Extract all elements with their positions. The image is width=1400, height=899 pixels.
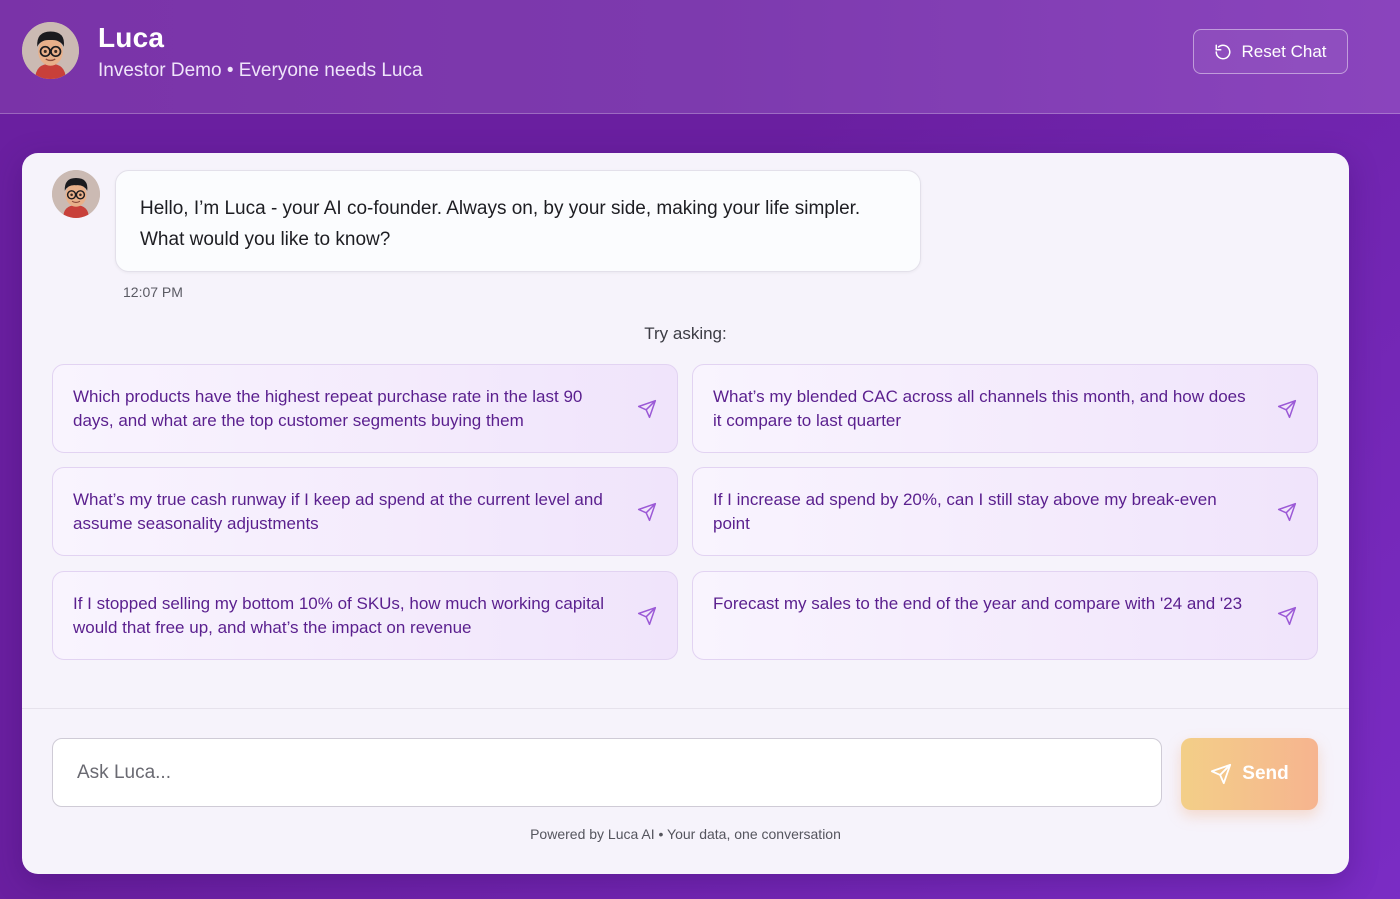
paper-plane-icon [637, 399, 657, 419]
luca-avatar [22, 22, 79, 79]
footer-note: Powered by Luca AI • Your data, one conv… [530, 826, 841, 842]
paper-plane-icon [1277, 502, 1297, 522]
send-button[interactable]: Send [1181, 738, 1318, 810]
app-title: Luca [98, 22, 165, 53]
composer-divider [22, 708, 1349, 709]
chat-card: Hello, I’m Luca - your AI co-founder. Al… [22, 153, 1349, 874]
rotate-ccw-icon [1215, 44, 1231, 59]
app-subtitle: Investor Demo • Everyone needs Luca [98, 60, 423, 81]
paper-plane-icon [1277, 606, 1297, 626]
suggestion-card[interactable]: What’s my true cash runway if I keep ad … [52, 467, 678, 556]
reset-chat-button[interactable]: Reset Chat [1193, 29, 1348, 74]
send-label: Send [1242, 763, 1289, 784]
suggestion-text: What’s my blended CAC across all channel… [713, 387, 1246, 430]
suggestion-text: Which products have the highest repeat p… [73, 387, 583, 430]
assistant-message-bubble: Hello, I’m Luca - your AI co-founder. Al… [115, 170, 921, 272]
suggestion-text: If I increase ad spend by 20%, can I sti… [713, 490, 1217, 533]
suggestion-card[interactable]: Which products have the highest repeat p… [52, 364, 678, 453]
paper-plane-icon [637, 606, 657, 626]
suggestion-text: Forecast my sales to the end of the year… [713, 594, 1243, 613]
reset-chat-label: Reset Chat [1241, 41, 1327, 61]
suggestion-card[interactable]: Forecast my sales to the end of the year… [692, 571, 1318, 660]
suggestion-card[interactable]: If I stopped selling my bottom 10% of SK… [52, 571, 678, 660]
message-text-line1: Hello, I’m Luca - your AI co-founder. Al… [140, 198, 861, 219]
suggestion-text: If I stopped selling my bottom 10% of SK… [73, 594, 605, 637]
message-text-line2: What would you like to know? [140, 229, 391, 250]
suggestion-text: What’s my true cash runway if I keep ad … [73, 490, 603, 533]
paper-plane-icon [637, 502, 657, 522]
paper-plane-icon [1211, 763, 1232, 785]
paper-plane-icon [1277, 399, 1297, 419]
suggestion-card[interactable]: What’s my blended CAC across all channel… [692, 364, 1318, 453]
try-asking-heading: Try asking: [644, 324, 727, 343]
message-timestamp: 12:07 PM [123, 284, 183, 300]
suggestion-card[interactable]: If I increase ad spend by 20%, can I sti… [692, 467, 1318, 556]
message-avatar [52, 170, 100, 218]
app-header: Luca Investor Demo • Everyone needs Luca… [0, 0, 1400, 114]
ask-input[interactable] [52, 738, 1162, 807]
